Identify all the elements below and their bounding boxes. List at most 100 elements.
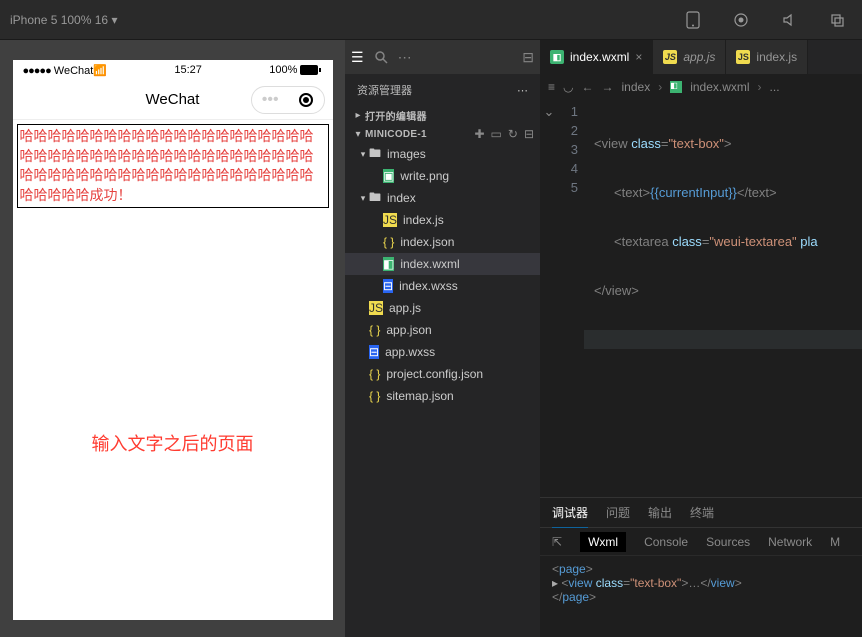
chevron-right-icon: ▸ — [351, 110, 365, 121]
menu-icon[interactable]: ••• — [262, 91, 279, 109]
section-label: 打开的编辑器 — [365, 108, 534, 123]
json-icon: { } — [369, 323, 380, 337]
folder-icon: 🖿 — [369, 188, 381, 209]
file-app-json[interactable]: { }app.json — [345, 319, 540, 341]
subtab-sources[interactable]: Sources — [706, 535, 750, 549]
mute-icon[interactable] — [774, 5, 804, 35]
phone-battery: 100% — [269, 64, 322, 76]
code-area: ≡ ◡ ← → index › ◧ index.wxml › ... ⌄ — [540, 74, 862, 637]
tab-terminal[interactable]: 终端 — [690, 504, 714, 521]
subtab-console[interactable]: Console — [644, 535, 688, 549]
file-project-config-json[interactable]: { }project.config.json — [345, 363, 540, 385]
crumb-index[interactable]: index — [622, 80, 651, 94]
wxss-icon: ⊟ — [383, 279, 393, 293]
explorer-title: 资源管理器 — [357, 82, 412, 98]
debugger-sub-tabs: ⇱ Wxml Console Sources Network M — [540, 528, 862, 556]
image-icon: ▣ — [383, 169, 394, 183]
file-index-js[interactable]: JSindex.js — [345, 209, 540, 231]
js-icon: JS — [736, 50, 750, 64]
breadcrumb: ≡ ◡ ← → index › ◧ index.wxml › ... — [540, 74, 862, 100]
more-icon[interactable]: ⋯ — [398, 49, 412, 66]
subtab-more[interactable]: M — [830, 535, 840, 549]
text-box[interactable]: 哈哈哈哈哈哈哈哈哈哈哈哈哈哈哈哈哈哈哈哈哈哈哈哈哈哈哈哈哈哈哈哈哈哈哈哈哈哈哈哈… — [17, 124, 329, 208]
annotation-text: 输入文字之后的页面 — [13, 430, 333, 456]
editor-tabs: ◧ index.wxml × JS app.js JS index.js — [540, 40, 862, 74]
panel-right-icon[interactable]: ⊟ — [522, 49, 534, 66]
folder-icon: 🖿 — [369, 144, 381, 165]
js-icon: JS — [383, 213, 397, 227]
file-index-json[interactable]: { }index.json — [345, 231, 540, 253]
tab-problems[interactable]: 问题 — [606, 504, 630, 521]
simulator-toolbar: iPhone 5 100% 16 ▾ — [0, 0, 862, 40]
file-index-wxss[interactable]: ⊟index.wxss — [345, 275, 540, 297]
line-numbers: 1 2 3 4 5 — [558, 100, 584, 497]
chevron-down-icon: ▾ — [351, 129, 365, 140]
phone-status-bar: ●●●●● WeChat📶 15:27 100% — [13, 60, 333, 80]
tab-label: index.js — [756, 50, 797, 64]
nav-back-icon[interactable]: ← — [582, 80, 594, 94]
tab-debugger[interactable]: 调试器 — [552, 504, 588, 528]
inspect-icon[interactable]: ⇱ — [552, 535, 562, 549]
new-folder-icon[interactable]: ▭ — [491, 127, 502, 141]
file-sitemap-json[interactable]: { }sitemap.json — [345, 385, 540, 407]
nav-forward-icon[interactable]: → — [602, 80, 614, 94]
json-icon: { } — [369, 389, 380, 403]
tab-label: index.wxml — [570, 50, 629, 64]
collapse-icon[interactable]: ⊟ — [524, 127, 534, 141]
file-index-wxml[interactable]: ◧index.wxml — [345, 253, 540, 275]
copy-icon[interactable] — [822, 5, 852, 35]
explorer-panel: 资源管理器 ⋯ ▸ 打开的编辑器 ▾ MINICODE-1 ✚ ▭ ↻ — [345, 74, 540, 637]
tab-app-js[interactable]: JS app.js — [653, 40, 726, 74]
phone-body: 哈哈哈哈哈哈哈哈哈哈哈哈哈哈哈哈哈哈哈哈哈哈哈哈哈哈哈哈哈哈哈哈哈哈哈哈哈哈哈哈… — [13, 120, 333, 620]
wxml-icon: ◧ — [383, 257, 394, 271]
tab-index-wxml[interactable]: ◧ index.wxml × — [540, 40, 653, 74]
json-icon: { } — [383, 235, 394, 249]
code-editor[interactable]: ⌄ 1 2 3 4 5 <view class="text-box"> <tex… — [540, 100, 862, 497]
bookmark-icon[interactable]: ◡ — [563, 80, 573, 94]
fold-icon[interactable]: ⌄ — [540, 104, 558, 123]
crumb-more[interactable]: ... — [770, 80, 780, 94]
explorer-header: 资源管理器 ⋯ — [345, 74, 540, 106]
panel-toggle-icon[interactable]: ☰ — [351, 49, 364, 66]
phone-frame: ●●●●● WeChat📶 15:27 100% WeChat ••• 哈哈哈哈… — [13, 60, 333, 620]
wxml-icon: ◧ — [550, 50, 564, 64]
js-icon: JS — [369, 301, 383, 315]
more-icon[interactable]: ⋯ — [517, 84, 528, 97]
crumb-file[interactable]: index.wxml — [690, 80, 749, 94]
file-write-png[interactable]: ▣write.png — [345, 165, 540, 187]
wxml-tree[interactable]: <page> ▸ <view class="text-box">…</view>… — [540, 556, 862, 637]
bottom-panel: 调试器 问题 输出 终端 ⇱ Wxml Console Sources Netw… — [540, 497, 862, 637]
file-tree: ▾🖿images ▣write.png ▾🖿index JSindex.js {… — [345, 143, 540, 637]
tab-output[interactable]: 输出 — [648, 504, 672, 521]
device-icon[interactable] — [678, 5, 708, 35]
tab-label: app.js — [683, 50, 715, 64]
device-selector[interactable]: iPhone 5 100% 16 ▾ — [10, 13, 117, 27]
json-icon: { } — [369, 367, 380, 381]
record-icon[interactable] — [726, 5, 756, 35]
subtab-wxml[interactable]: Wxml — [580, 532, 626, 552]
activity-bar: ☰ ⋯ ⊟ — [345, 40, 540, 74]
new-file-icon[interactable]: ✚ — [474, 127, 484, 141]
refresh-icon[interactable]: ↻ — [508, 127, 518, 141]
section-label: MINICODE-1 — [365, 129, 474, 140]
js-icon: JS — [663, 50, 677, 64]
search-icon[interactable] — [374, 50, 388, 64]
outline-icon[interactable]: ≡ — [548, 80, 555, 94]
phone-time: 15:27 — [174, 64, 202, 76]
folder-index[interactable]: ▾🖿index — [345, 187, 540, 209]
tab-index-js[interactable]: JS index.js — [726, 40, 808, 74]
close-icon[interactable]: × — [635, 50, 642, 64]
subtab-network[interactable]: Network — [768, 535, 812, 549]
project-section[interactable]: ▾ MINICODE-1 ✚ ▭ ↻ ⊟ — [345, 125, 540, 143]
wxss-icon: ⊟ — [369, 345, 379, 359]
folder-images[interactable]: ▾🖿images — [345, 143, 540, 165]
capsule-button[interactable]: ••• — [251, 86, 325, 114]
phone-title: WeChat — [146, 91, 200, 108]
signal-label: ●●●●● WeChat📶 — [23, 64, 108, 77]
open-editors-section[interactable]: ▸ 打开的编辑器 — [345, 106, 540, 125]
file-app-js[interactable]: JSapp.js — [345, 297, 540, 319]
file-app-wxss[interactable]: ⊟app.wxss — [345, 341, 540, 363]
close-app-icon[interactable] — [299, 93, 313, 107]
phone-nav-bar: WeChat ••• — [13, 80, 333, 120]
wxml-icon: ◧ — [670, 81, 682, 93]
